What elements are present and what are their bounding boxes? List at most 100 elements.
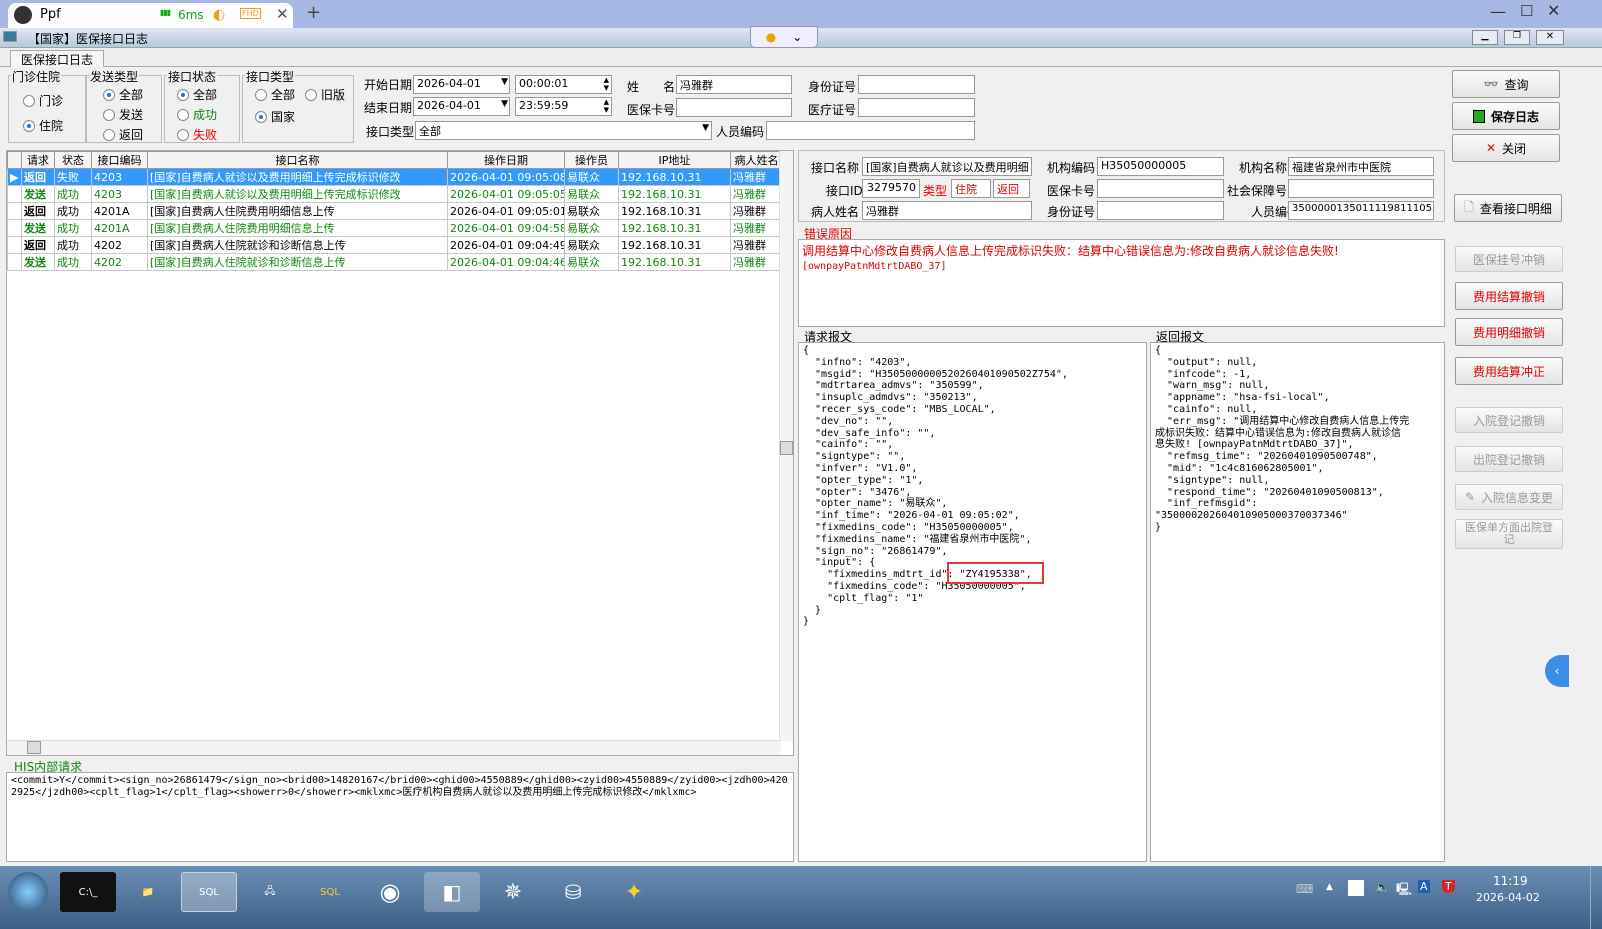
radio-failure[interactable]: 失败	[177, 126, 217, 143]
iface-id-field[interactable]: 3279570	[862, 179, 920, 198]
person-field[interactable]: 350000013501111981110550	[1288, 201, 1434, 220]
start-time-input[interactable]: 00:00:01 ▲ ▼	[515, 75, 612, 94]
table-row[interactable]: 返回 成功 4201A [国家]自费病人住院费用明细信息上传 2026-04-01 09…	[7, 202, 783, 220]
med-input[interactable]	[858, 98, 975, 117]
radio-send[interactable]: 发送	[103, 106, 143, 123]
keyboard-icon[interactable]: ⌨	[1296, 882, 1313, 896]
row-indicator[interactable]	[7, 253, 22, 271]
direction-field[interactable]: 返回	[993, 179, 1030, 198]
horizontal-scrollbar[interactable]	[7, 740, 781, 755]
id-input[interactable]	[858, 75, 975, 94]
iface-type-select[interactable]: 全部 ▼	[415, 121, 712, 140]
discharge-cancel-button[interactable]: 出院登记撤销	[1455, 446, 1563, 472]
shield-icon[interactable]: ◐	[213, 7, 225, 23]
radio-kind-national[interactable]: 国家	[255, 108, 295, 125]
social-field[interactable]	[1288, 179, 1434, 198]
col-code[interactable]: 接口编码	[91, 151, 148, 169]
new-tab-button[interactable]: +	[306, 2, 321, 23]
database-icon[interactable]: ⛁	[545, 872, 601, 912]
admit-change-button[interactable]: ✎ 入院信息变更	[1455, 484, 1563, 510]
row-indicator[interactable]: ▶	[7, 168, 22, 186]
antivirus-icon[interactable]: T	[1442, 880, 1455, 893]
view-detail-button[interactable]: 🗋 查看接口明细	[1454, 194, 1562, 222]
col-operator[interactable]: 操作员	[564, 151, 619, 169]
side-collapse-handle[interactable]: ‹	[1545, 655, 1569, 687]
close-button[interactable]: ✕ 关闭	[1452, 134, 1560, 162]
end-time-input[interactable]: 23:59:59 ▲ ▼	[515, 97, 612, 116]
inner-close-button[interactable]: ✕	[1536, 30, 1564, 45]
sql-server-icon[interactable]: SQL	[302, 872, 358, 912]
save-log-button[interactable]: 保存日志	[1452, 102, 1560, 130]
iface-name-field[interactable]: [国家]自费病人就诊以及费用明细	[862, 157, 1032, 176]
radio-outpatient[interactable]: 门诊	[23, 92, 63, 109]
browser-tab[interactable]: Ppf ▮▮▮ 6ms ◐ FHD ✕	[8, 3, 293, 28]
quality-badge[interactable]: FHD	[240, 8, 261, 19]
inner-restore-button[interactable]: ❐	[1504, 30, 1530, 45]
org-code-field[interactable]: H35050000005	[1097, 157, 1224, 176]
radio-kind-legacy[interactable]: 旧版	[305, 86, 345, 103]
remote-app-icon[interactable]: ◧	[424, 872, 480, 912]
row-indicator[interactable]	[7, 185, 22, 203]
cmd-icon[interactable]: C:\_	[60, 872, 116, 912]
patient-field[interactable]: 冯雅群	[862, 201, 1032, 220]
vertical-scrollbar[interactable]	[779, 151, 793, 741]
col-name[interactable]: 接口名称	[147, 151, 448, 169]
tab-interface-log[interactable]: 医保接口日志	[10, 50, 105, 67]
table-row[interactable]: 返回 成功 4202 [国家]自费病人住院就诊和诊断信息上传 2026-04-01 09…	[7, 236, 783, 254]
volume-icon[interactable]: 🔈	[1375, 880, 1390, 894]
row-indicator[interactable]	[7, 202, 22, 220]
inner-minimize-button[interactable]: ▁	[1472, 30, 1498, 45]
clock-date[interactable]: 2026-04-02	[1476, 891, 1540, 904]
sql-query-icon[interactable]: SQL	[181, 872, 237, 912]
col-date[interactable]: 操作日期	[447, 151, 565, 169]
clock-time[interactable]: 11:19	[1493, 874, 1528, 888]
minimize-icon[interactable]: —	[1490, 2, 1506, 21]
settle-cancel-button[interactable]: 费用结算撤销	[1455, 282, 1563, 310]
settle-reverse-button[interactable]: 费用结算冲正	[1455, 357, 1563, 385]
network-tray-icon[interactable]: 🖳	[1396, 880, 1412, 901]
unilateral-discharge-button[interactable]: 医保单方面出院登记	[1455, 519, 1563, 549]
radio-inpatient[interactable]: 住院	[23, 117, 63, 134]
radio-return[interactable]: 返回	[103, 126, 143, 143]
org-name-field[interactable]: 福建省泉州市中医院	[1288, 157, 1434, 176]
table-row[interactable]: 发送 成功 4203 [国家]自费病人就诊以及费用明细上传完成标识修改 2026-04-…	[7, 185, 783, 203]
close-window-icon[interactable]: ✕	[1547, 1, 1560, 20]
id-field[interactable]	[1097, 201, 1224, 220]
radio-success[interactable]: 成功	[177, 106, 217, 123]
start-button[interactable]	[8, 872, 48, 912]
start-date-input[interactable]: 2026-04-01 ▼	[413, 75, 510, 94]
maximize-icon[interactable]: ☐	[1520, 2, 1533, 20]
detail-cancel-button[interactable]: 费用明细撤销	[1455, 318, 1563, 346]
chevron-down-icon[interactable]: ⌄	[792, 30, 802, 44]
card-field[interactable]	[1097, 179, 1224, 198]
end-date-input[interactable]: 2026-04-01 ▼	[413, 97, 510, 116]
tool-icon[interactable]: ✦	[606, 872, 662, 912]
reg-cancel-button[interactable]: 医保挂号冲销	[1455, 246, 1563, 272]
show-desktop-button[interactable]	[1590, 866, 1602, 929]
row-indicator[interactable]	[7, 219, 22, 237]
radio-kind-all[interactable]: 全部	[255, 86, 295, 103]
person-input[interactable]	[766, 121, 975, 140]
name-input[interactable]: 冯雅群	[676, 75, 792, 94]
request-body[interactable]: { "infno": "4203", "msgid": "H3505000000…	[798, 342, 1147, 862]
col-status[interactable]: 状态	[54, 151, 92, 169]
explorer-icon[interactable]: 📁	[120, 872, 176, 912]
col-request[interactable]: 请求	[21, 151, 55, 169]
chrome-icon[interactable]: ◉	[362, 872, 418, 912]
card-input[interactable]	[676, 98, 792, 117]
col-patient[interactable]: 病人姓名	[730, 151, 783, 169]
type-field[interactable]: 住院	[951, 179, 991, 198]
remote-toolbar[interactable]: ● ⌄	[750, 26, 818, 48]
security-icon[interactable]: A	[1418, 880, 1430, 893]
row-indicator[interactable]	[7, 236, 22, 254]
table-row[interactable]: 发送 成功 4201A [国家]自费病人住院费用明细信息上传 2026-04-01 09…	[7, 219, 783, 237]
radio-status-all[interactable]: 全部	[177, 86, 217, 103]
col-ip[interactable]: IP地址	[618, 151, 731, 169]
response-body[interactable]: { "output": null, "infcode": -1, "warn_m…	[1150, 342, 1445, 862]
tray-expand-icon[interactable]: ▲	[1326, 882, 1333, 892]
table-row[interactable]: ▶ 返回 失败 4203 [国家]自费病人就诊以及费用明细上传完成标识修改 2026-04…	[7, 168, 783, 186]
radio-send-all[interactable]: 全部	[103, 86, 143, 103]
network-icon[interactable]: 🖧	[242, 872, 298, 912]
admit-cancel-button[interactable]: 入院登记撤销	[1455, 407, 1563, 433]
table-row[interactable]: 发送 成功 4202 [国家]自费病人住院就诊和诊断信息上传 2026-04-01 09…	[7, 253, 783, 271]
